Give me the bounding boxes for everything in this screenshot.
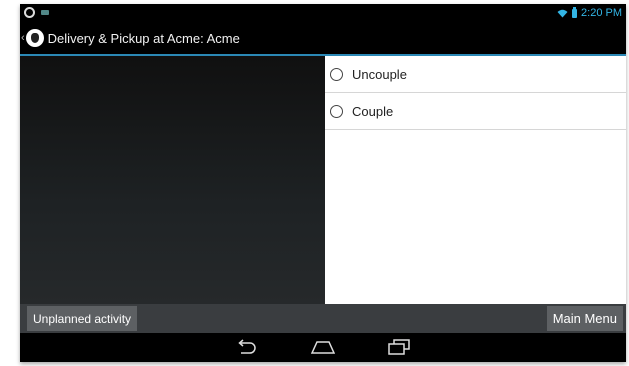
notification-icon bbox=[41, 10, 49, 15]
sync-ring-icon bbox=[24, 7, 35, 18]
home-icon[interactable] bbox=[311, 339, 335, 355]
options-list: Uncouple Couple bbox=[325, 56, 626, 304]
option-label: Couple bbox=[352, 103, 394, 119]
recent-apps-icon[interactable] bbox=[388, 339, 410, 355]
radio-button-icon[interactable] bbox=[330, 67, 343, 81]
wifi-icon bbox=[557, 9, 568, 17]
status-bar: 2:20 PM bbox=[20, 4, 626, 22]
option-uncouple[interactable]: Uncouple bbox=[325, 56, 626, 93]
action-bar: ‹ Delivery & Pickup at Acme: Acme bbox=[20, 22, 626, 56]
unplanned-activity-button[interactable]: Unplanned activity bbox=[27, 306, 138, 331]
back-icon[interactable] bbox=[235, 339, 257, 355]
bottom-toolbar: Unplanned activity Main Menu bbox=[20, 304, 626, 333]
option-label: Uncouple bbox=[352, 66, 407, 82]
radio-button-icon[interactable] bbox=[330, 104, 343, 118]
page-title: Delivery & Pickup at Acme: Acme bbox=[47, 30, 240, 46]
app-logo-icon[interactable] bbox=[25, 29, 44, 47]
main-menu-button[interactable]: Main Menu bbox=[546, 306, 623, 331]
battery-icon bbox=[572, 6, 578, 18]
up-chevron-icon[interactable]: ‹ bbox=[21, 32, 25, 44]
tablet-screen: 2:20 PM ‹ Delivery & Pickup at Acme: Acm… bbox=[20, 4, 626, 362]
option-couple[interactable]: Couple bbox=[325, 93, 626, 130]
left-panel bbox=[20, 56, 325, 304]
navigation-bar bbox=[20, 333, 626, 362]
status-clock: 2:20 PM bbox=[581, 7, 622, 19]
